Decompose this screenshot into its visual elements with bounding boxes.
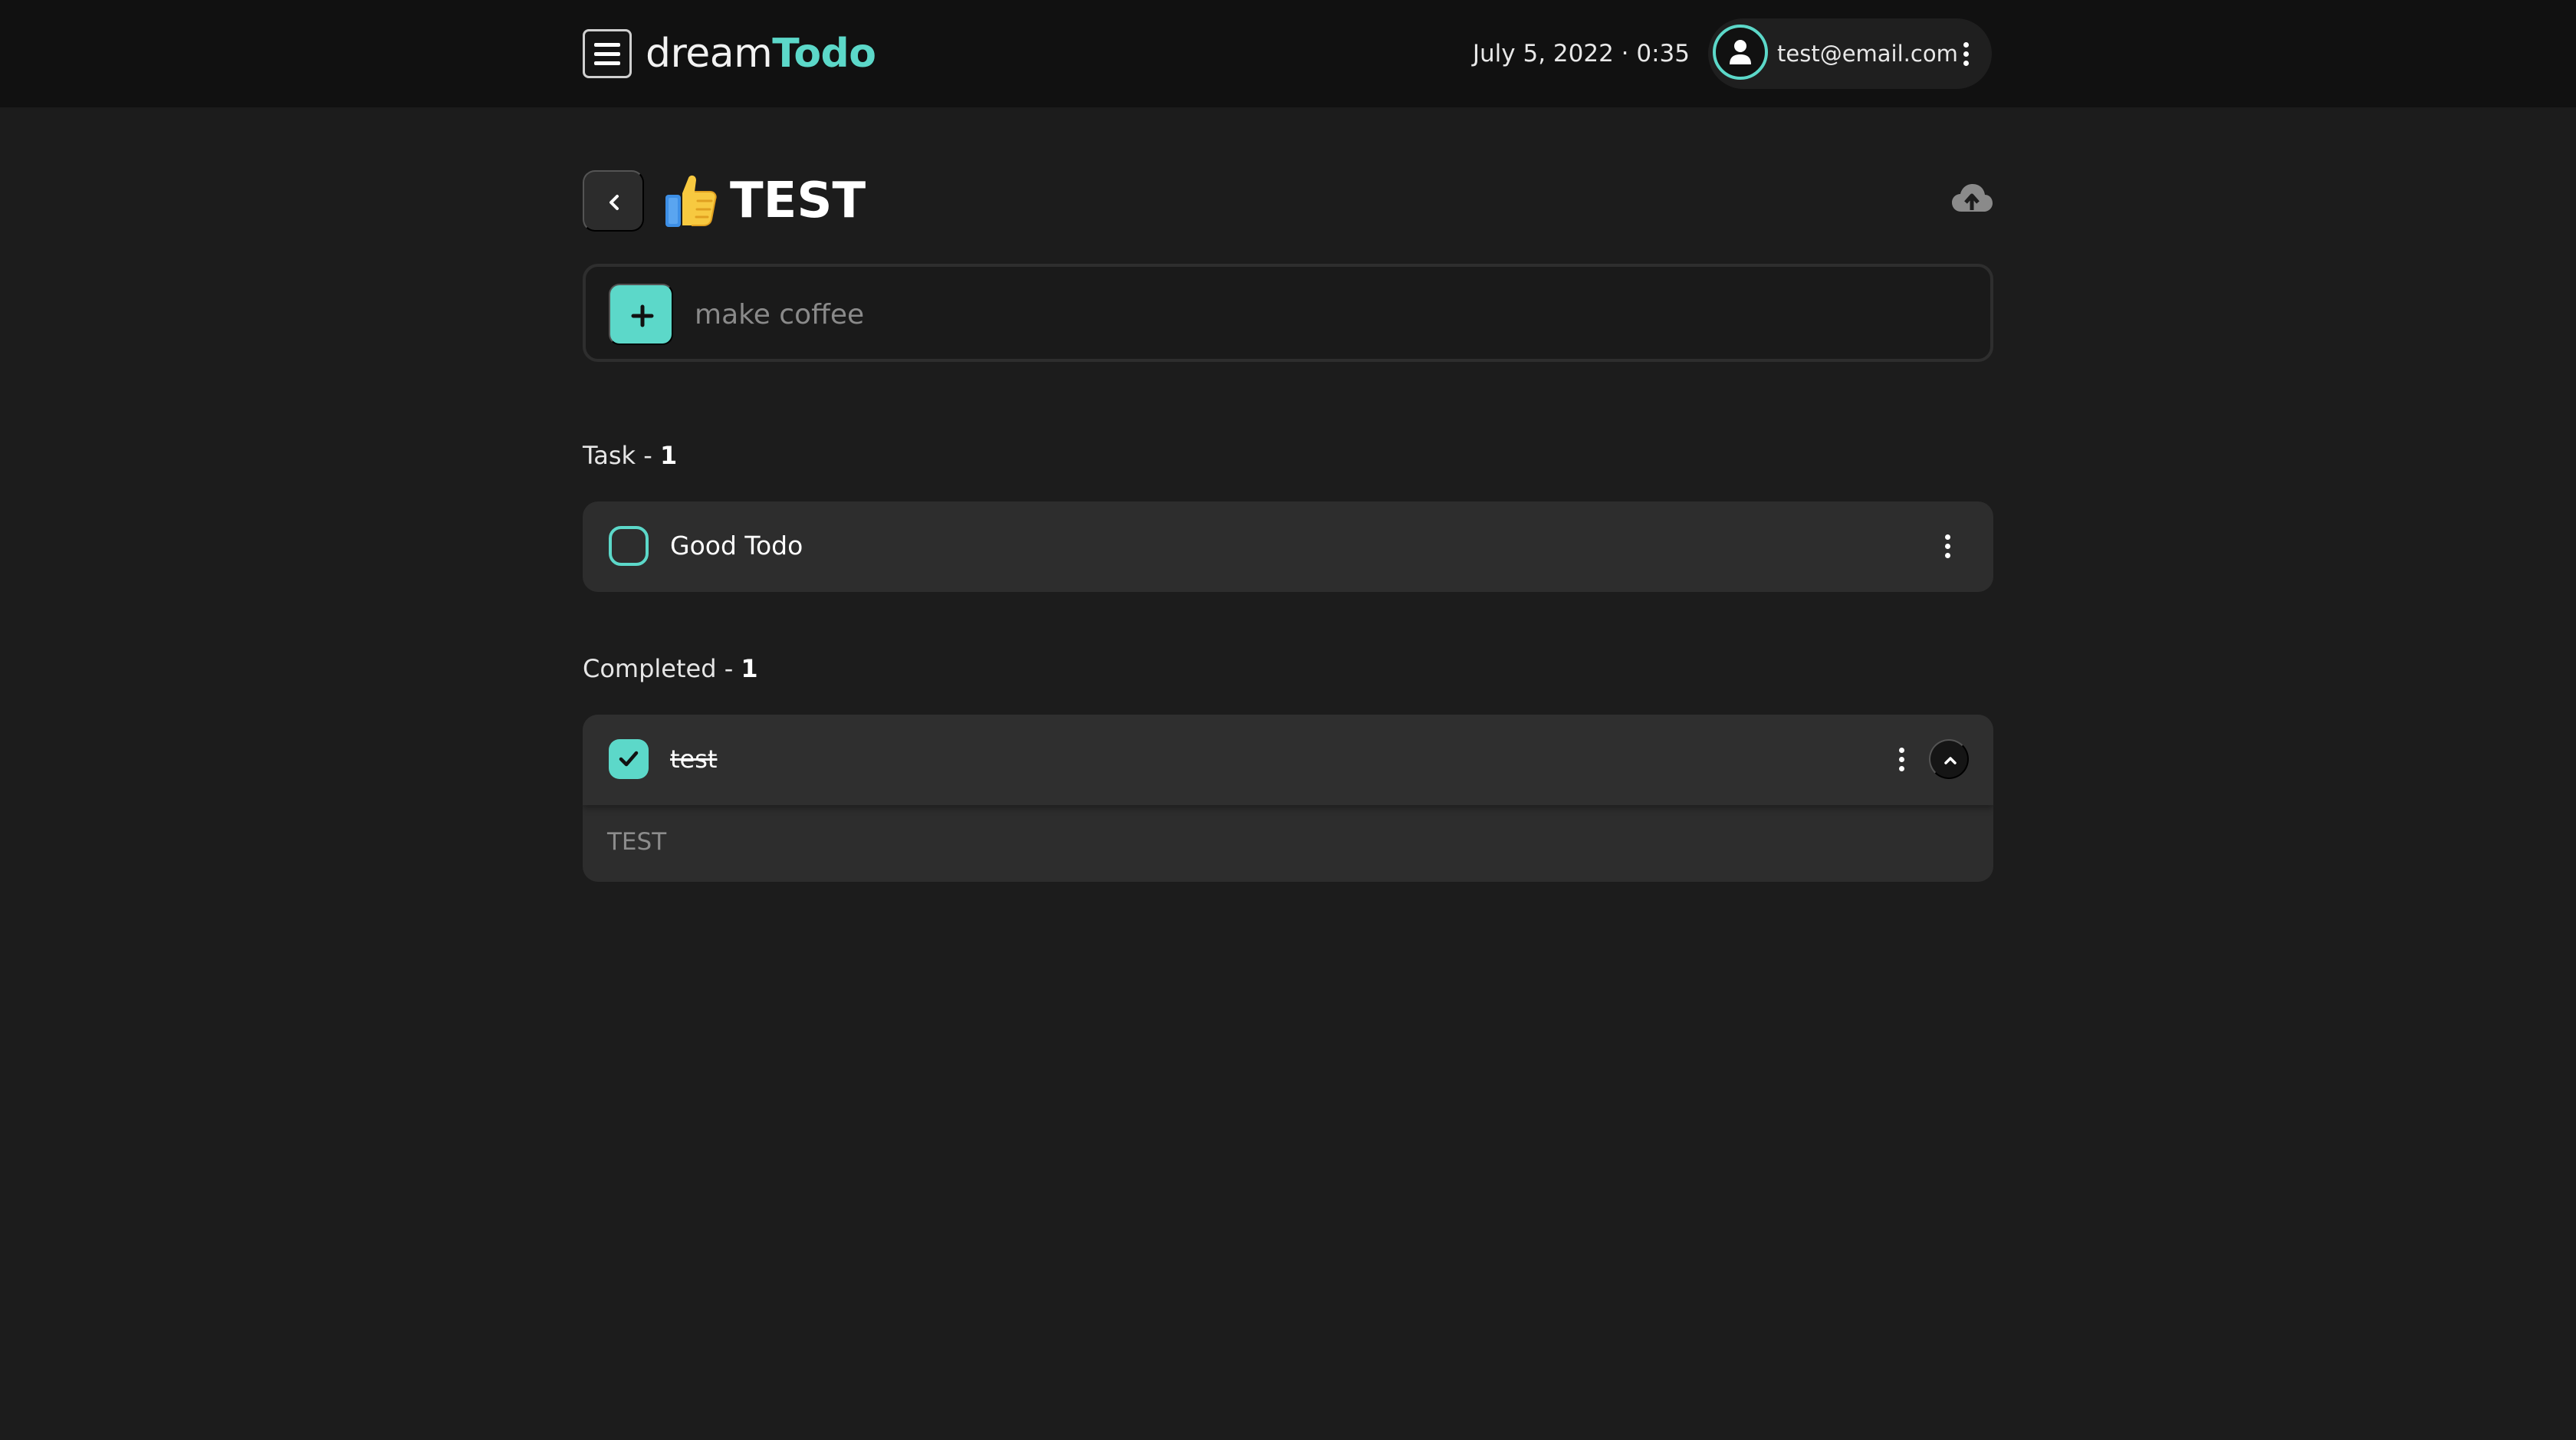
add-task-input[interactable] (695, 293, 1967, 336)
task-label[interactable]: Good Todo (670, 528, 803, 564)
menu-button[interactable] (583, 29, 632, 78)
cloud-upload-icon (1952, 184, 1993, 212)
completed-task-checkbox[interactable] (609, 739, 649, 779)
completed-section-header: Completed - 1 (583, 650, 758, 687)
sync-button[interactable] (1950, 181, 1993, 221)
user-icon (1730, 40, 1751, 64)
completed-task-more-icon[interactable] (1894, 744, 1909, 774)
avatar[interactable] (1713, 25, 1768, 80)
add-task-button[interactable] (609, 284, 673, 345)
completed-section-label: Completed - (583, 654, 741, 683)
chevron-up-icon (1944, 757, 1957, 764)
user-more-icon[interactable] (1958, 38, 1973, 69)
task-section-label: Task - (583, 441, 660, 470)
user-email[interactable]: test@email.com (1777, 35, 1958, 72)
back-button[interactable] (583, 170, 644, 232)
task-section-header: Task - 1 (583, 437, 677, 474)
checkmark-icon (619, 751, 639, 767)
logo-text-light: dream (646, 31, 773, 77)
app-logo[interactable]: dreamTodo (646, 26, 876, 81)
top-bar (0, 0, 2576, 107)
hamburger-menu-icon (594, 42, 620, 47)
task-more-icon[interactable] (1940, 531, 1955, 561)
completed-task-label[interactable]: test (670, 741, 717, 778)
current-datetime: July 5, 2022 · 0:35 (1472, 40, 1690, 67)
completed-count: 1 (741, 654, 758, 683)
chevron-left-icon (610, 195, 619, 210)
list-title: TEST (730, 173, 866, 229)
logo-text-bold: Todo (772, 31, 876, 77)
task-count: 1 (659, 441, 678, 470)
thumbs-up-icon (665, 175, 717, 227)
completed-task-item (583, 715, 1993, 882)
collapse-button[interactable] (1929, 739, 1969, 779)
plus-icon (631, 304, 654, 327)
completed-task-header[interactable] (583, 715, 1993, 805)
task-checkbox[interactable] (609, 526, 649, 566)
completed-task-note: TEST (607, 828, 667, 856)
